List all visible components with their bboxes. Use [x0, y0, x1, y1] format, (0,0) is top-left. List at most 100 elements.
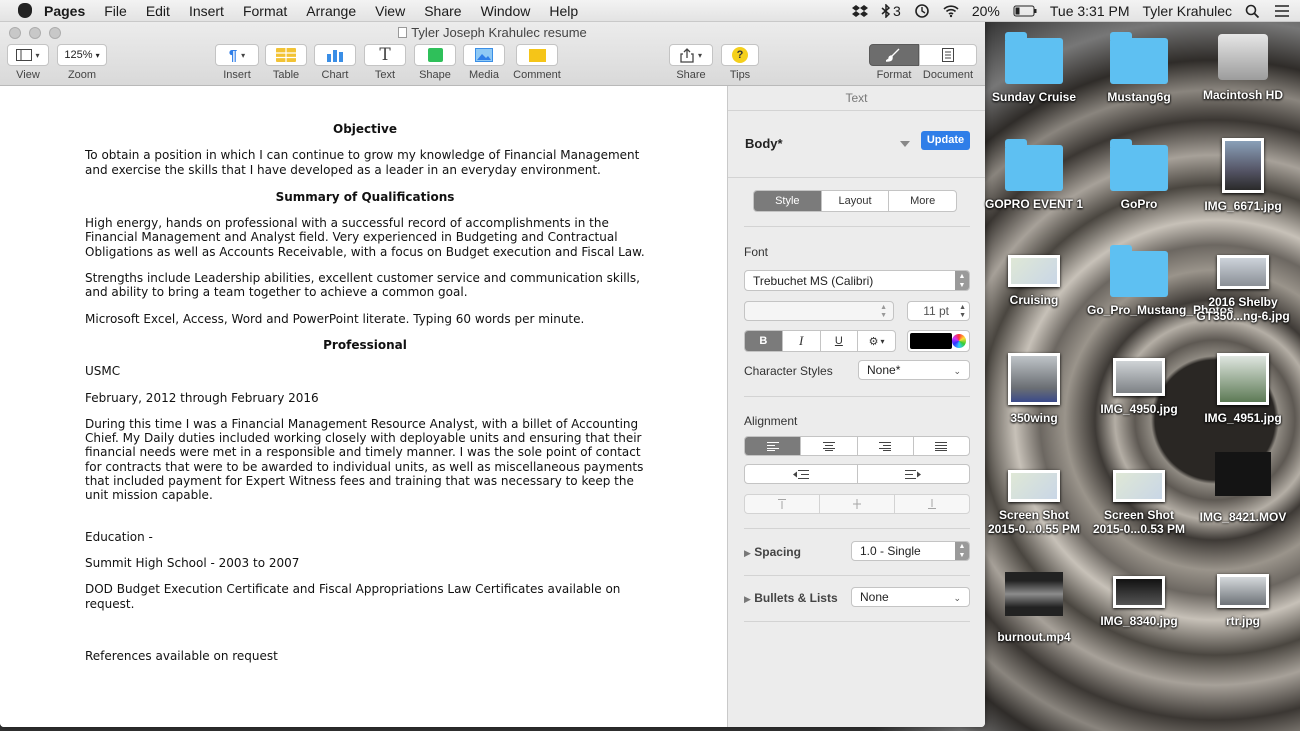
comment-button[interactable] [516, 44, 558, 66]
shape-button[interactable] [414, 44, 456, 66]
battery-percent[interactable]: 20% [972, 3, 1000, 19]
format-inspector: Text Body* Update Style Layout More Font… [727, 86, 985, 727]
desktop-file-350wing[interactable]: 350wing [982, 353, 1086, 425]
paragraph-style-name[interactable]: Body* [745, 136, 783, 151]
menu-view[interactable]: View [375, 3, 405, 19]
tips-button[interactable]: ? [721, 44, 759, 66]
color-wheel-icon[interactable] [952, 334, 966, 348]
desktop-file-screen-shot-1[interactable]: Screen Shot 2015-0...0.55 PM [982, 470, 1086, 536]
text-color-well[interactable] [907, 330, 970, 352]
spacing-label: Spacing [754, 545, 801, 559]
paragraph-objective: To obtain a position in which I can cont… [85, 148, 640, 177]
align-middle-button[interactable] [820, 495, 895, 513]
desktop-file-img-8340[interactable]: IMG_8340.jpg [1087, 576, 1191, 628]
paragraph-certificates: DOD Budget Execution Certificate and Fis… [85, 582, 621, 611]
italic-button[interactable]: I [783, 331, 821, 351]
document-body[interactable]: Objective To obtain a position in which … [85, 122, 645, 675]
menu-share[interactable]: Share [424, 3, 461, 19]
align-left-button[interactable] [745, 437, 802, 455]
bullets-disclosure[interactable]: ▶ Bullets & Lists [744, 591, 838, 605]
media-button[interactable] [463, 44, 505, 66]
wifi-icon[interactable] [943, 4, 959, 18]
menu-edit[interactable]: Edit [146, 3, 170, 19]
menu-format[interactable]: Format [243, 3, 287, 19]
align-top-button[interactable] [745, 495, 820, 513]
align-bottom-button[interactable] [895, 495, 969, 513]
battery-icon[interactable] [1013, 4, 1037, 18]
font-size-field[interactable]: 11 pt ▲ ▼ [907, 301, 970, 321]
format-button[interactable] [869, 44, 919, 66]
bullets-disclosure-icon: ▶ [744, 594, 751, 604]
desktop-file-burnout-mp4[interactable]: burnout.mp4 [982, 572, 1086, 644]
user-name[interactable]: Tyler Krahulec [1143, 3, 1232, 19]
paragraph-style-box: Body* Update [728, 111, 985, 178]
character-styles-select[interactable]: None* ⌄ [858, 360, 970, 380]
menu-window[interactable]: Window [481, 3, 531, 19]
tab-layout[interactable]: Layout [822, 191, 890, 211]
bold-button[interactable]: B [745, 331, 783, 351]
tab-more[interactable]: More [889, 191, 956, 211]
bluetooth-status[interactable]: 3 [881, 3, 901, 19]
paintbrush-icon [886, 48, 900, 62]
menu-app[interactable]: Pages [44, 3, 85, 19]
paragraph-summary-1: High energy, hands on professional with … [85, 216, 645, 259]
menu-help[interactable]: Help [549, 3, 578, 19]
underline-button[interactable]: U [821, 331, 859, 351]
zoom-label: Zoom [67, 69, 97, 81]
text-options-button[interactable]: ⚙ ▾ [858, 331, 895, 351]
desktop-file-img-4950[interactable]: IMG_4950.jpg [1087, 358, 1191, 416]
desktop-file-2016-shelby[interactable]: 2016 Shelby GT350...ng-6.jpg [1191, 255, 1295, 323]
gear-icon: ⚙ [868, 335, 879, 348]
desktop-drive-macintosh-hd[interactable]: Macintosh HD [1191, 34, 1295, 102]
zoom-select[interactable]: 125% ▾ [57, 44, 107, 66]
style-dropdown-icon[interactable] [900, 141, 910, 147]
align-justify-button[interactable] [914, 437, 969, 455]
spacing-disclosure[interactable]: ▶ Spacing [744, 545, 801, 559]
align-center-button[interactable] [801, 437, 858, 455]
menu-file[interactable]: File [104, 3, 127, 19]
font-family-select[interactable]: Trebuchet MS (Calibri) ▲ ▼ [744, 270, 970, 291]
menu-arrange[interactable]: Arrange [306, 3, 356, 19]
desktop-folder-go-pro-mustang-photos[interactable]: Go_Pro_Mustang_Photos [1087, 245, 1234, 317]
bullets-select[interactable]: None ⌄ [851, 587, 970, 607]
spacing-select[interactable]: 1.0 - Single ▲ ▼ [851, 541, 970, 561]
image-thumbnail-icon [1217, 353, 1269, 405]
desktop-folder-gopro[interactable]: GoPro [1087, 139, 1191, 211]
document-button[interactable] [919, 44, 977, 66]
chart-button[interactable] [314, 44, 356, 66]
desktop-folder-mustang6g[interactable]: Mustang6g [1087, 32, 1191, 104]
notification-center-icon[interactable] [1274, 4, 1290, 18]
dropbox-icon[interactable] [852, 4, 869, 18]
view-button[interactable]: ▾ [7, 44, 49, 66]
share-button[interactable]: ▾ [669, 44, 713, 66]
view-chevron-icon: ▾ [35, 50, 40, 60]
font-typeface-select[interactable]: ▲ ▼ [744, 301, 894, 321]
menu-insert[interactable]: Insert [189, 3, 224, 19]
tab-style[interactable]: Style [754, 191, 822, 211]
desktop-file-rtr[interactable]: rtr.jpg [1191, 574, 1295, 628]
clock[interactable]: Tue 3:31 PM [1050, 3, 1130, 19]
increase-indent-button[interactable] [858, 465, 970, 483]
desktop-file-cruising[interactable]: Cruising [982, 255, 1086, 307]
decrease-indent-button[interactable] [745, 465, 858, 483]
desktop-file-img-4951[interactable]: IMG_4951.jpg [1191, 353, 1295, 425]
apple-icon[interactable] [18, 3, 32, 18]
text-button[interactable]: T [364, 44, 406, 66]
zoom-value: 125% [64, 49, 93, 61]
desktop-file-img-6671[interactable]: IMG_6671.jpg [1191, 138, 1295, 213]
desktop-file-screen-shot-2[interactable]: Screen Shot 2015-0...0.53 PM [1087, 470, 1191, 536]
table-button[interactable] [265, 44, 307, 66]
update-button[interactable]: Update [921, 131, 970, 150]
insert-button[interactable]: ¶ ▾ [215, 44, 259, 66]
font-size-value: 11 pt [923, 304, 949, 318]
document-canvas[interactable]: Objective To obtain a position in which … [0, 86, 727, 727]
time-machine-icon[interactable] [914, 4, 930, 18]
share-icon [680, 47, 694, 63]
desktop-folder-gopro-event-1[interactable]: GOPRO EVENT 1 [982, 139, 1086, 211]
bluetooth-icon [881, 4, 891, 18]
desktop-folder-sunday-cruise[interactable]: Sunday Cruise [982, 32, 1086, 104]
desktop-file-img-8421-mov[interactable]: IMG_8421.MOV [1191, 452, 1295, 524]
vertical-alignment-buttons [744, 494, 970, 514]
align-right-button[interactable] [858, 437, 914, 455]
spotlight-search-icon[interactable] [1245, 4, 1261, 18]
